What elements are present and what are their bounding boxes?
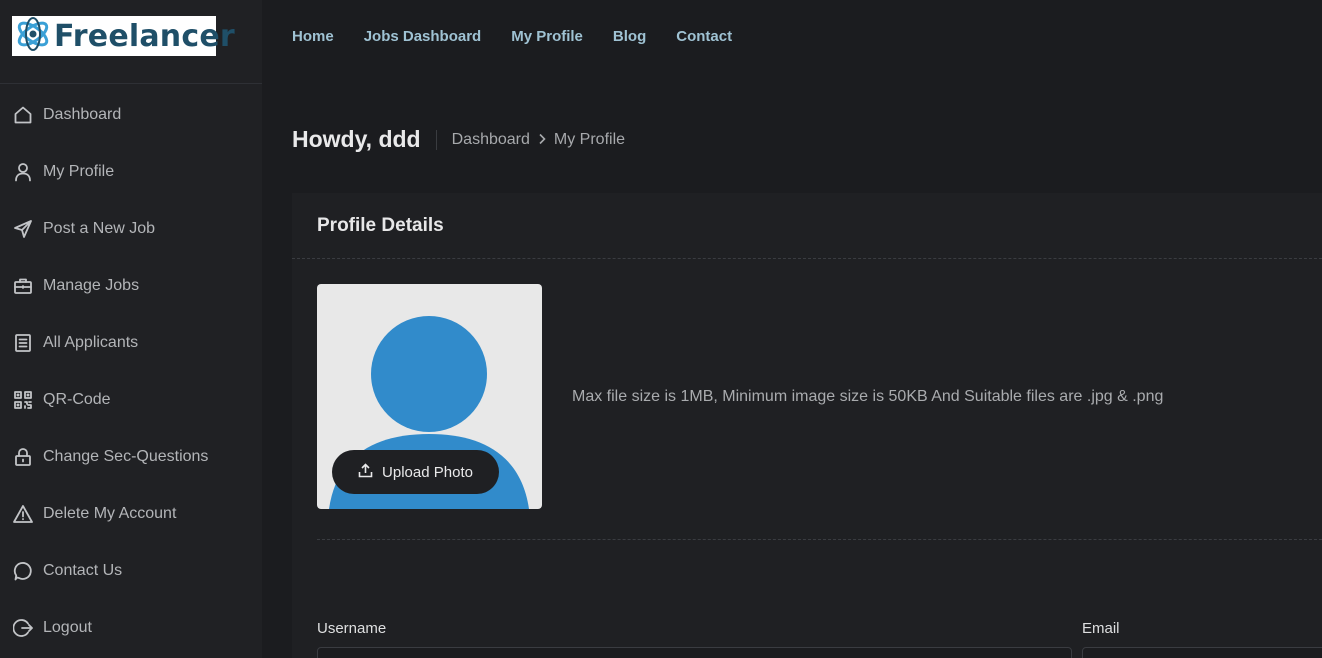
- sidebar-item-label: Logout: [43, 618, 92, 636]
- sidebar-item-label: All Applicants: [43, 333, 139, 351]
- page-header: Howdy, ddd Dashboard My Profile: [292, 126, 625, 153]
- email-label: Email: [1082, 620, 1120, 637]
- breadcrumb-current: My Profile: [553, 130, 626, 148]
- user-icon: [13, 162, 33, 182]
- sidebar-nav: Dashboard My Profile Post a New Job Mana…: [0, 84, 262, 656]
- username-label: Username: [317, 620, 387, 637]
- sidebar-item-label: Delete My Account: [43, 504, 177, 522]
- logo-area: Freelancer: [0, 0, 262, 84]
- upload-icon: [358, 462, 382, 482]
- topnav-my-profile[interactable]: My Profile: [511, 28, 583, 45]
- topnav-home[interactable]: Home: [292, 28, 334, 45]
- send-icon: [13, 219, 33, 239]
- sidebar-item-delete-account[interactable]: Delete My Account: [0, 485, 262, 542]
- sidebar-item-qr-code[interactable]: QR-Code: [0, 371, 262, 428]
- header-divider: [435, 129, 437, 150]
- sidebar: Freelancer Dashboard My Profile Post a N…: [0, 0, 262, 658]
- top-nav: Home Jobs Dashboard My Profile Blog Cont…: [292, 28, 732, 45]
- card-title: Profile Details: [292, 193, 1322, 259]
- briefcase-icon: [13, 276, 33, 296]
- brand-logo[interactable]: Freelancer: [12, 15, 235, 58]
- breadcrumb-dashboard[interactable]: Dashboard: [452, 131, 530, 149]
- username-field[interactable]: [317, 647, 1072, 658]
- qr-code-icon: [13, 390, 33, 410]
- profile-details-card: Profile Details Upload Photo Max file si…: [292, 193, 1322, 658]
- topnav-contact[interactable]: Contact: [676, 28, 732, 45]
- sidebar-item-label: Post a New Job: [43, 219, 156, 237]
- document-list-icon: [13, 333, 33, 353]
- sidebar-item-all-applicants[interactable]: All Applicants: [0, 314, 262, 371]
- sidebar-item-label: My Profile: [43, 162, 115, 180]
- lock-icon: [13, 447, 33, 467]
- section-divider: [317, 539, 1322, 540]
- sidebar-item-label: Manage Jobs: [43, 276, 140, 294]
- sidebar-item-label: Dashboard: [43, 105, 122, 123]
- upload-hint: Max file size is 1MB, Minimum image size…: [572, 388, 1164, 405]
- avatar: Upload Photo: [317, 284, 542, 509]
- sidebar-item-change-sec-questions[interactable]: Change Sec-Questions: [0, 428, 262, 485]
- sidebar-item-label: Contact Us: [43, 561, 123, 579]
- sidebar-item-label: Change Sec-Questions: [43, 447, 209, 465]
- logout-icon: [13, 618, 33, 638]
- breadcrumb: Dashboard My Profile: [452, 131, 625, 149]
- atom-logo-icon: [14, 15, 52, 58]
- warning-icon: [13, 504, 33, 524]
- sidebar-item-contact-us[interactable]: Contact Us: [0, 542, 262, 599]
- page-title: Howdy, ddd: [292, 126, 421, 152]
- upload-photo-label: Upload Photo: [382, 463, 473, 481]
- sidebar-item-my-profile[interactable]: My Profile: [0, 143, 262, 200]
- topnav-blog[interactable]: Blog: [613, 28, 646, 45]
- sidebar-item-manage-jobs[interactable]: Manage Jobs: [0, 257, 262, 314]
- upload-photo-button[interactable]: Upload Photo: [332, 450, 499, 494]
- sidebar-item-dashboard[interactable]: Dashboard: [0, 86, 262, 143]
- email-field[interactable]: [1082, 647, 1322, 658]
- sidebar-item-logout[interactable]: Logout: [0, 599, 262, 656]
- topnav-jobs-dashboard[interactable]: Jobs Dashboard: [364, 28, 482, 45]
- home-icon: [13, 105, 33, 125]
- sidebar-item-post-job[interactable]: Post a New Job: [0, 200, 262, 257]
- sidebar-item-label: QR-Code: [43, 390, 111, 408]
- brand-name: Freelancer: [54, 18, 235, 54]
- chevron-right-icon: [538, 132, 546, 148]
- chat-bubble-icon: [13, 561, 33, 581]
